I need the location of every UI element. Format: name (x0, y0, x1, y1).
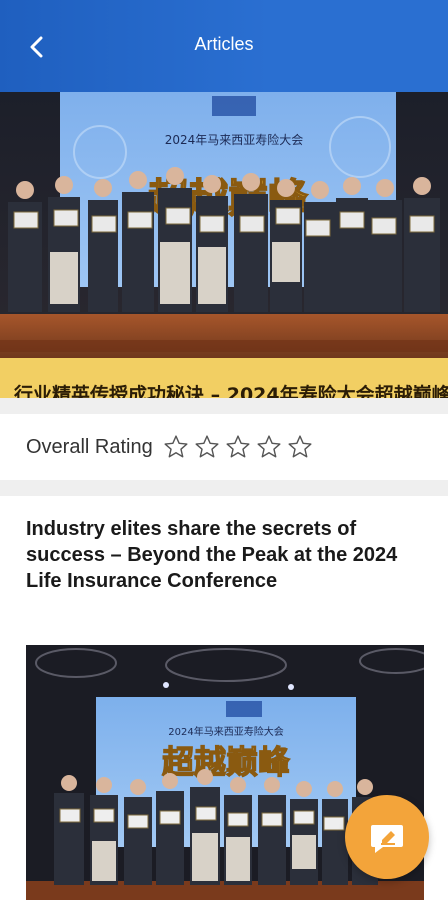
star-5-button[interactable] (287, 434, 314, 461)
hero-photo-illustration: 超越巅峰 2024年马来西亚寿险大会 (0, 92, 448, 398)
star-2-button[interactable] (194, 434, 221, 461)
hero-image: 超越巅峰 2024年马来西亚寿险大会 (0, 92, 448, 398)
hero-banner-line: 2024年马来西亚寿险大会 (165, 132, 304, 147)
rating-stars (163, 434, 314, 461)
star-outline-icon (164, 435, 188, 458)
section-divider (0, 480, 448, 496)
app-header: Articles (0, 0, 448, 92)
photo-big-text: 超越巅峰 (162, 743, 290, 781)
article-title: Industry elites share the secrets of suc… (26, 518, 398, 592)
write-comment-fab[interactable] (345, 795, 429, 879)
page-title: Articles (194, 34, 254, 54)
overall-rating-row: Overall Rating (0, 414, 448, 480)
star-outline-icon (288, 435, 312, 458)
star-4-button[interactable] (256, 434, 283, 461)
star-outline-icon (226, 435, 250, 458)
photo-banner-line: 2024年马来西亚寿险大会 (168, 725, 283, 738)
star-1-button[interactable] (163, 434, 190, 461)
star-3-button[interactable] (225, 434, 252, 461)
rating-label: Overall Rating (26, 435, 153, 458)
star-outline-icon (257, 435, 281, 458)
star-outline-icon (195, 435, 219, 458)
hero-caption-strip: 行业精英传授成功秘诀 – 2024年寿险大会超越巅峰 (0, 358, 448, 398)
app-screen: Articles 2024年马来西亚寿险大会 行业精英传授成功秘诀 – 2024… (0, 0, 448, 900)
section-divider (0, 398, 448, 414)
comment-edit-icon (371, 825, 403, 853)
hero-caption: 行业精英传授成功秘诀 – 2024年寿险大会超越巅峰 (14, 384, 448, 398)
